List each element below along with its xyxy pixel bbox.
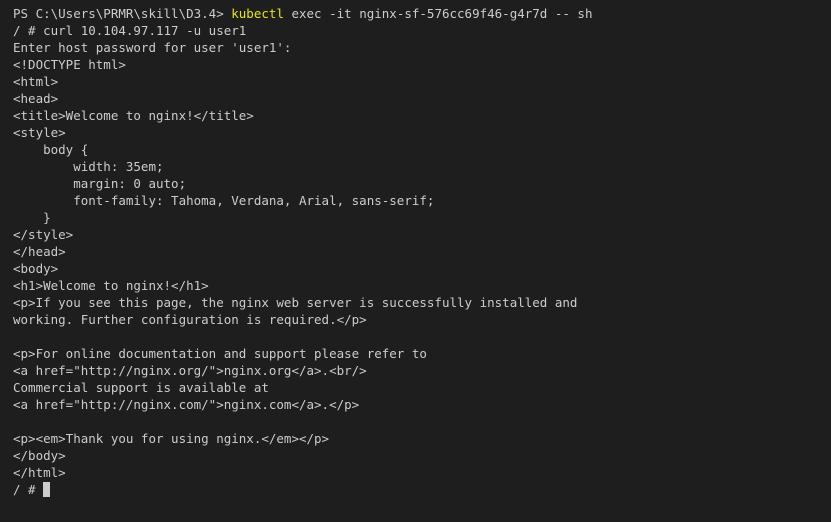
terminal-output: / # curl 10.104.97.117 -u user1 Enter hos… <box>13 22 831 481</box>
output-line: <p>If you see this page, the nginx web s… <box>13 295 578 310</box>
output-line: <style> <box>13 125 66 140</box>
output-line: <a href="http://nginx.com/">nginx.com</a… <box>13 397 360 412</box>
shell-prompt: / # <box>13 482 44 497</box>
output-line: working. Further configuration is requir… <box>13 312 367 327</box>
output-line: body { <box>13 142 89 157</box>
output-line: <p><em>Thank you for using nginx.</em></… <box>13 431 330 446</box>
output-line: font-family: Tahoma, Verdana, Arial, san… <box>13 193 435 208</box>
output-line: <title>Welcome to nginx!</title> <box>13 108 254 123</box>
powershell-prompt-line: PS C:\Users\PRMR\skill\D3.4> kubectl exe… <box>13 5 831 22</box>
output-line: } <box>13 210 51 225</box>
command-args: exec -it nginx-sf-576cc69f46-g4r7d -- sh <box>283 6 593 21</box>
output-line: width: 35em; <box>13 159 164 174</box>
output-line: <head> <box>13 91 59 106</box>
terminal-window[interactable]: PS C:\Users\PRMR\skill\D3.4> kubectl exe… <box>0 0 831 522</box>
output-line: margin: 0 auto; <box>13 176 187 191</box>
output-line: <p>For online documentation and support … <box>13 346 427 361</box>
output-line: Enter host password for user 'user1': <box>13 40 292 55</box>
output-line: <body> <box>13 261 59 276</box>
shell-prompt-line[interactable]: / # <box>13 481 831 498</box>
text-cursor <box>43 482 51 497</box>
powershell-prompt: PS C:\Users\PRMR\skill\D3.4> <box>13 6 232 21</box>
output-line: </html> <box>13 465 66 480</box>
output-line: <h1>Welcome to nginx!</h1> <box>13 278 209 293</box>
output-line: </body> <box>13 448 66 463</box>
output-line: <html> <box>13 74 59 89</box>
output-line: Commercial support is available at <box>13 380 269 395</box>
command-name: kubectl <box>231 6 284 21</box>
output-line: / # curl 10.104.97.117 -u user1 <box>13 23 247 38</box>
output-line: </head> <box>13 244 66 259</box>
output-line: <a href="http://nginx.org/">nginx.org</a… <box>13 363 367 378</box>
output-line: </style> <box>13 227 74 242</box>
output-line: <!DOCTYPE html> <box>13 57 126 72</box>
